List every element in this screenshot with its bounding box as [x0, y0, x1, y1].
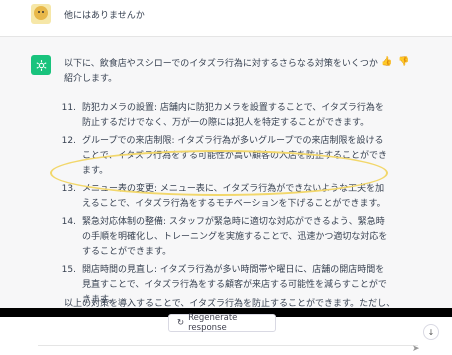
arrow-down-icon: ↓ [427, 327, 435, 337]
countermeasure-list: 11. 防犯カメラの設置: 店舗内に防犯カメラを設置することで、イタズラ行為を防… [52, 101, 392, 311]
list-item: 14. 緊急対応体制の整備: スタッフが緊急時に適切な対応ができるよう、緊急時の… [61, 217, 388, 257]
list-item: 12. グループでの来店制限: イタズラ行為が多いグループでの来店制限を設けるこ… [61, 136, 388, 176]
send-icon[interactable]: ➤ [412, 344, 420, 354]
thumbs-up-icon[interactable]: 👍 [381, 57, 392, 67]
refresh-icon: ↻ [177, 318, 185, 328]
list-item: 11. 防犯カメラの設置: 店舗内に防犯カメラを設置することで、イタズラ行為を防… [61, 103, 384, 128]
regenerate-label: Regenerate response [188, 313, 238, 333]
assistant-message-block: 以下に、飲食店やスシローでのイタズラ行為に対するさらなる対策をいくつか紹介します… [0, 37, 452, 317]
scroll-down-button[interactable]: ↓ [423, 324, 439, 340]
user-avatar [31, 4, 51, 24]
list-item: 13. メニュー表の変更: メニュー表に、イタズラ行為ができないような工夫を加え… [61, 184, 386, 209]
thumbs-down-icon[interactable]: 👎 [398, 57, 409, 67]
feedback-icons: 👍 👎 [381, 57, 409, 67]
user-message-row: 他にはありませんか [0, 0, 452, 37]
regenerate-button[interactable]: ↻ Regenerate response [168, 313, 276, 333]
chatgpt-logo-icon [31, 55, 51, 75]
assistant-intro-text: 以下に、飲食店やスシローでのイタズラ行為に対するさらなる対策をいくつか紹介します… [64, 59, 378, 84]
user-message-text: 他にはありませんか [64, 11, 145, 21]
